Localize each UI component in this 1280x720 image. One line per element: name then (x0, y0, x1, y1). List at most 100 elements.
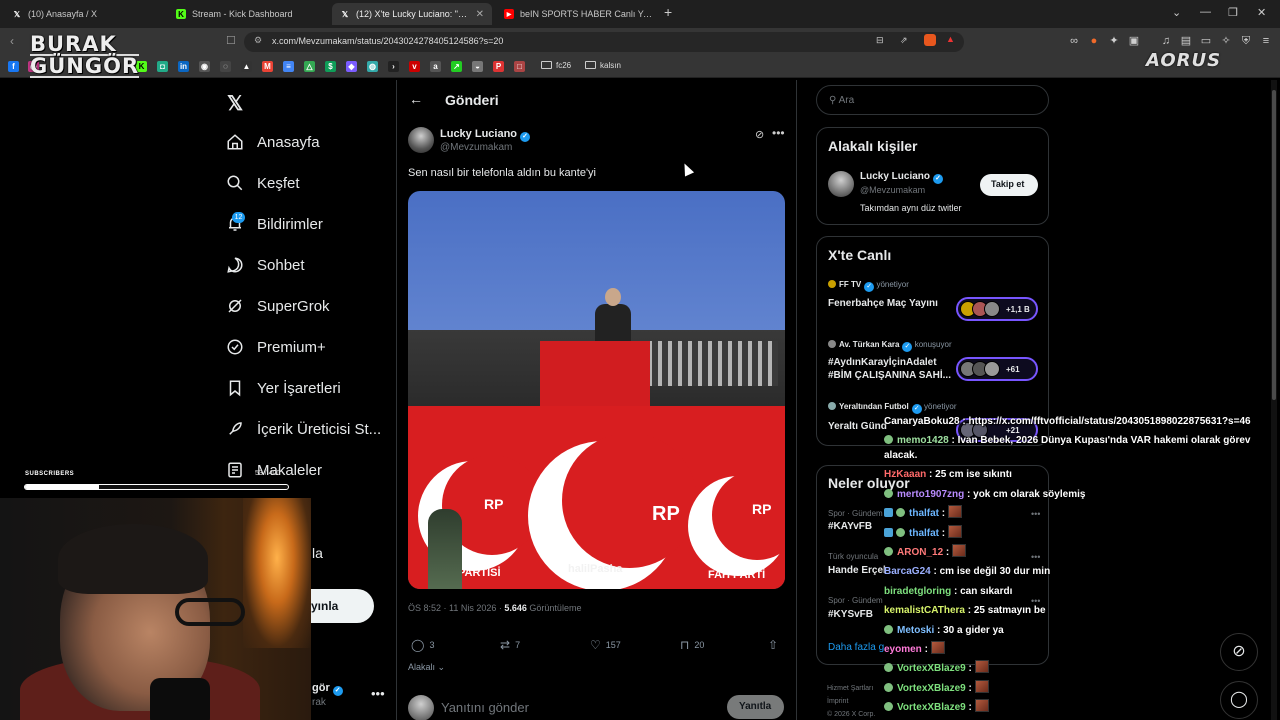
extension-icon[interactable]: ▣ (1128, 35, 1140, 47)
brave-shield-icon[interactable] (924, 34, 936, 46)
live-host[interactable]: FF TV ✓ yönetiyor (828, 280, 909, 292)
profile-name[interactable]: gör ✓ (312, 682, 343, 696)
author-avatar[interactable] (408, 127, 434, 153)
url-bar[interactable]: ⚙ x.com/Mevzumakam/status/20430242784051… (244, 32, 964, 52)
new-tab-icon[interactable]: + (664, 4, 672, 20)
browser-tab[interactable]: ▶ beIN SPORTS HABER Canlı Yayını | B (496, 3, 661, 25)
nav-item-premium[interactable]: Premium+ (226, 332, 326, 362)
live-title-line: Fenerbahçe Maç Yayını (828, 298, 938, 309)
show-more-link[interactable]: Daha fazla g (828, 642, 884, 653)
facebook-bookmark-icon[interactable]: f (8, 61, 19, 72)
search-input[interactable]: ⚲ Ara (816, 85, 1049, 115)
site-info-icon[interactable]: ⚙ (254, 35, 262, 46)
speaker-body (595, 304, 631, 346)
maximize-icon[interactable]: ❐ (1228, 6, 1238, 19)
more-icon[interactable]: ••• (772, 126, 785, 140)
bookmark-icon[interactable]: P (493, 61, 504, 72)
footer-link[interactable]: İmprint (827, 695, 875, 708)
bookmark-icon[interactable]: ▲ (241, 61, 252, 72)
bookmark-icon[interactable]: □ (514, 61, 525, 72)
reply-sort-dropdown[interactable]: Alakalı ⌄ (408, 662, 445, 673)
like-action[interactable]: ♡ 157 (590, 638, 621, 652)
trend-tag[interactable]: #KYSvFB (828, 609, 873, 620)
live-item-title[interactable]: Yeraltı Günd (828, 420, 887, 433)
rewards-icon[interactable]: ▲ (946, 34, 955, 44)
live-item-title[interactable]: #AydınKarayİçinAdalet #BİM ÇALIŞANINA SAH… (828, 356, 951, 382)
extension-icon[interactable]: ∞ (1068, 35, 1080, 47)
bookmark-star-icon[interactable]: ☐ (226, 34, 236, 47)
nav-item-chat[interactable]: Sohbet (226, 250, 305, 280)
extensions-icon[interactable]: ✦ (1108, 35, 1120, 47)
repost-action[interactable]: ⇄ 7 (500, 638, 520, 652)
browser-tab-active[interactable]: 𝕏 (12) X'te Lucky Luciano: "Sen ✕ (332, 3, 492, 25)
sidebar-icon[interactable]: ▤ (1180, 35, 1192, 47)
bookmark-icon[interactable]: ≡ (283, 61, 294, 72)
close-window-icon[interactable]: ✕ (1257, 6, 1266, 19)
author-handle[interactable]: @Mevzumakam (440, 142, 512, 153)
relevant-user-name[interactable]: Lucky Luciano ✓ (860, 171, 944, 184)
scrollbar-thumb[interactable] (1272, 90, 1276, 400)
bookmark-icon[interactable]: ◒ (472, 61, 483, 72)
bookmark-icon[interactable]: ◌ (220, 61, 231, 72)
live-host[interactable]: Av. Türkan Kara ✓ konuşuyor (828, 340, 952, 352)
bookmark-action[interactable]: ⊓ 20 (680, 638, 704, 652)
chat-text: yok cm olarak söylemiş (973, 488, 1086, 500)
back-icon[interactable]: ‹ (10, 34, 14, 48)
bookmark-icon[interactable]: a (430, 61, 441, 72)
trend-tag[interactable]: Hande Erçel (828, 565, 886, 576)
x-logo-icon[interactable]: 𝕏 (227, 91, 243, 116)
tweet-timestamp[interactable]: ÖS 8:52 · 11 Nis 2026 · (408, 603, 504, 613)
live-listeners-pill[interactable]: +1,1 B (956, 297, 1038, 321)
bookmark-icon[interactable]: ◉ (199, 61, 210, 72)
avatar[interactable] (828, 171, 854, 197)
browser-tab[interactable]: 𝕏 (10) Anasayfa / X (4, 3, 164, 25)
media-icon[interactable]: ♫ (1160, 35, 1172, 47)
bookmark-icon[interactable]: $ (325, 61, 336, 72)
leo-icon[interactable]: ✧ (1220, 35, 1232, 47)
relevant-user-handle[interactable]: @Mevzumakam (860, 185, 925, 195)
extension-icon[interactable]: ● (1088, 35, 1100, 47)
chat-message: VortexXBlaze9 : (884, 679, 1274, 698)
reply-action[interactable]: ◯ 3 (411, 638, 434, 652)
wallet-icon[interactable]: ▭ (1200, 35, 1212, 47)
live-item-title[interactable]: Fenerbahçe Maç Yayını (828, 297, 938, 310)
author-name[interactable]: Lucky Luciano ✓ (440, 128, 531, 142)
bookmark-icon[interactable]: v (409, 61, 420, 72)
nav-item-explore[interactable]: Keşfet (226, 168, 300, 198)
gmail-bookmark-icon[interactable]: M (262, 61, 273, 72)
reply-input[interactable]: Yanıtını gönder (441, 700, 529, 715)
bookmark-icon[interactable]: ◆ (346, 61, 357, 72)
nav-item-partial[interactable]: la (312, 545, 323, 561)
reply-button[interactable]: Yanıtla (727, 695, 784, 719)
tweet-media-video[interactable]: RP RP RP PARTİSİ FAH PARTİ halilPasha (408, 191, 785, 589)
follow-button[interactable]: Takip et (980, 174, 1038, 196)
more-icon[interactable]: ••• (371, 686, 385, 701)
bookmark-icon[interactable]: ◘ (157, 61, 168, 72)
grok-icon[interactable]: ⊘ (755, 128, 764, 141)
bookmark-icon[interactable]: › (388, 61, 399, 72)
vpn-icon[interactable]: ⛨ (1240, 35, 1252, 47)
menu-icon[interactable]: ≡ (1260, 35, 1272, 47)
nav-item-bookmarks[interactable]: Yer İşaretleri (226, 373, 341, 403)
browser-tab[interactable]: K Stream - Kick Dashboard (168, 3, 328, 25)
back-arrow-icon[interactable]: ← (409, 91, 423, 107)
share-icon[interactable]: ⇗ (900, 35, 908, 46)
share-action[interactable]: ⇧ (768, 638, 783, 652)
linkedin-bookmark-icon[interactable]: in (178, 61, 189, 72)
tab-search-icon[interactable]: ⌄ (1172, 6, 1181, 19)
bookmark-icon[interactable]: ◍ (367, 61, 378, 72)
drive-bookmark-icon[interactable]: △ (304, 61, 315, 72)
minimize-icon[interactable]: — (1200, 6, 1211, 18)
trend-category: Türk oyuncula (828, 552, 879, 561)
bookmark-folder[interactable]: kalsın (585, 61, 621, 70)
close-tab-icon[interactable]: ✕ (476, 9, 484, 20)
nav-item-creator-studio[interactable]: İçerik Üreticisi St... (226, 414, 381, 444)
nav-item-home[interactable]: Anasayfa (226, 127, 320, 157)
live-listeners-pill[interactable]: +61 (956, 357, 1038, 381)
bookmark-folder[interactable]: fc26 (541, 61, 571, 70)
install-icon[interactable]: ⊟ (876, 35, 884, 46)
bookmark-icon[interactable]: ↗ (451, 61, 462, 72)
nav-item-supergrok[interactable]: SuperGrok (226, 291, 330, 321)
footer-link[interactable]: Hizmet Şartları (827, 682, 875, 695)
trend-tag[interactable]: #KAYvFB (828, 521, 872, 532)
